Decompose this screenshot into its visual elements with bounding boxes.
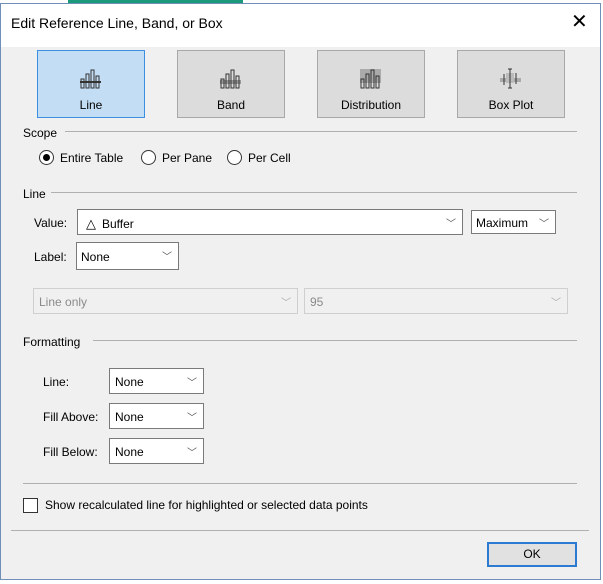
line-type-icon bbox=[80, 69, 101, 89]
checkbox-top-divider bbox=[23, 483, 577, 484]
title-bar: Edit Reference Line, Band, or Box ✕ bbox=[1, 4, 600, 47]
fill-below-selected: None bbox=[115, 445, 144, 459]
format-line-selected: None bbox=[115, 375, 144, 389]
type-box-plot-label: Box Plot bbox=[488, 98, 534, 112]
scope-per-pane-label: Per Pane bbox=[162, 150, 213, 165]
distribution-type-icon bbox=[360, 69, 381, 89]
edit-reference-line-dialog: Edit Reference Line, Band, or Box ✕ Line… bbox=[0, 3, 601, 580]
fill-above-label: Fill Above: bbox=[43, 410, 99, 424]
formatting-divider bbox=[93, 340, 577, 341]
type-distribution-label: Distribution bbox=[340, 98, 402, 112]
chevron-down-icon: ﹀ bbox=[187, 448, 197, 459]
scope-entire-table-radio[interactable]: Entire Table bbox=[39, 150, 123, 165]
label-dropdown[interactable]: None ﹀ bbox=[76, 242, 179, 270]
close-icon[interactable]: ✕ bbox=[571, 12, 588, 32]
chevron-down-icon: ﹀ bbox=[446, 219, 456, 230]
confidence-selected: 95 bbox=[310, 295, 324, 309]
chevron-down-icon: ﹀ bbox=[281, 298, 291, 309]
type-line-button[interactable]: Line bbox=[37, 50, 145, 118]
radio-icon bbox=[227, 150, 242, 165]
confidence-dropdown[interactable]: 95 ﹀ bbox=[304, 288, 568, 314]
format-line-dropdown[interactable]: None ﹀ bbox=[109, 368, 204, 394]
band-type-icon bbox=[220, 69, 241, 89]
line-type-selected: Line only bbox=[39, 295, 88, 309]
aggregation-selected: Maximum bbox=[476, 216, 529, 230]
scope-per-pane-radio[interactable]: Per Pane bbox=[141, 150, 212, 165]
dialog-title: Edit Reference Line, Band, or Box bbox=[11, 15, 223, 31]
type-band-button[interactable]: Band bbox=[177, 50, 285, 118]
value-dropdown[interactable]: △ Buffer ﹀ bbox=[77, 209, 463, 235]
value-selected: Buffer bbox=[102, 217, 134, 231]
formatting-heading: Formatting bbox=[23, 335, 81, 349]
label-selected: None bbox=[81, 250, 110, 264]
scope-heading: Scope bbox=[23, 126, 58, 140]
delta-icon: △ bbox=[86, 216, 96, 231]
scope-divider bbox=[65, 131, 577, 132]
scope-entire-table-label: Entire Table bbox=[60, 150, 124, 165]
fill-above-dropdown[interactable]: None ﹀ bbox=[109, 403, 204, 429]
recalc-checkbox-label: Show recalculated line for highlighted o… bbox=[45, 498, 368, 512]
line-type-dropdown[interactable]: Line only ﹀ bbox=[33, 288, 298, 314]
box-plot-type-icon bbox=[500, 68, 521, 89]
chevron-down-icon: ﹀ bbox=[551, 298, 561, 309]
fill-below-dropdown[interactable]: None ﹀ bbox=[109, 438, 204, 464]
scope-per-cell-label: Per Cell bbox=[248, 150, 291, 165]
scope-per-cell-radio[interactable]: Per Cell bbox=[227, 150, 291, 165]
label-label: Label: bbox=[34, 250, 67, 264]
type-distribution-button[interactable]: Distribution bbox=[317, 50, 425, 118]
chevron-down-icon: ﹀ bbox=[187, 378, 197, 389]
format-line-label: Line: bbox=[43, 375, 70, 389]
chevron-down-icon: ﹀ bbox=[539, 219, 549, 230]
type-band-label: Band bbox=[216, 98, 246, 112]
recalc-checkbox[interactable] bbox=[23, 498, 38, 513]
footer-divider bbox=[11, 530, 589, 531]
ok-button[interactable]: OK bbox=[487, 542, 577, 567]
radio-icon bbox=[141, 150, 156, 165]
fill-below-label: Fill Below: bbox=[43, 445, 98, 459]
line-divider bbox=[51, 192, 577, 193]
chevron-down-icon: ﹀ bbox=[162, 252, 172, 263]
chevron-down-icon: ﹀ bbox=[187, 413, 197, 424]
type-line-label: Line bbox=[79, 98, 103, 112]
value-label: Value: bbox=[34, 216, 68, 230]
line-heading: Line bbox=[23, 187, 46, 201]
aggregation-dropdown[interactable]: Maximum ﹀ bbox=[471, 210, 556, 234]
type-box-plot-button[interactable]: Box Plot bbox=[457, 50, 565, 118]
radio-selected-icon bbox=[39, 150, 54, 165]
fill-above-selected: None bbox=[115, 410, 144, 424]
